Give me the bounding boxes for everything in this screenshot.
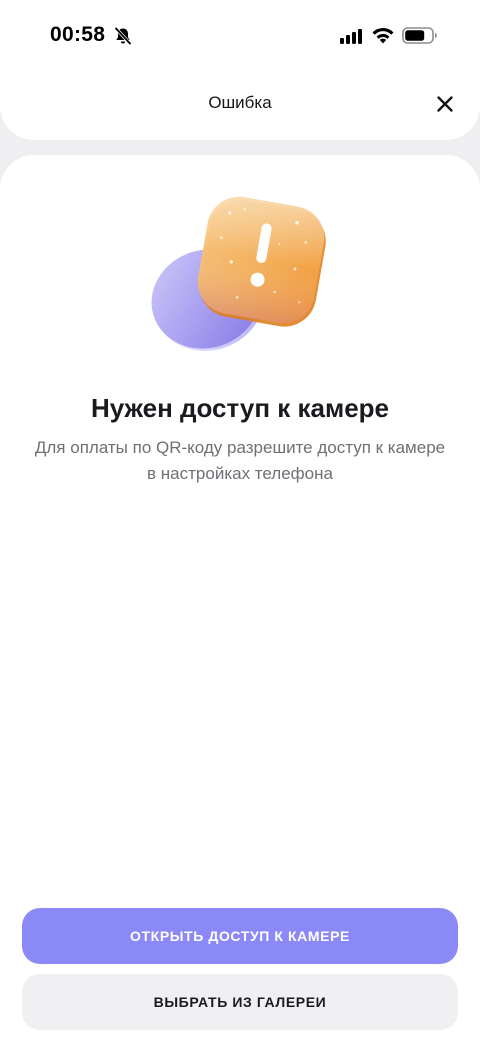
wifi-icon xyxy=(372,28,394,44)
error-description-line: Для оплаты по QR-коду разрешите доступ к… xyxy=(34,438,446,457)
open-camera-access-button[interactable]: ОТКРЫТЬ ДОСТУП К КАМЕРЕ xyxy=(22,908,458,964)
open-camera-access-label: ОТКРЫТЬ ДОСТУП К КАМЕРЕ xyxy=(130,928,350,944)
warning-exclamation-icon xyxy=(151,196,326,351)
close-button[interactable] xyxy=(430,89,460,119)
orange-badge xyxy=(197,196,326,327)
error-description: Для оплаты по QR-коду разрешите доступ к… xyxy=(10,435,470,487)
screen: 00:58 Ошибка Нужен доступ к камере Для о… xyxy=(0,0,480,1043)
choose-from-gallery-button[interactable]: ВЫБРАТЬ ИЗ ГАЛЕРЕИ xyxy=(22,974,458,1030)
page-title: Ошибка xyxy=(208,93,272,112)
status-time: 00:58 xyxy=(50,23,106,46)
header-card: 00:58 Ошибка xyxy=(0,0,480,140)
battery-icon xyxy=(402,27,437,44)
cellular-signal-icon xyxy=(340,29,362,44)
close-icon[interactable] xyxy=(430,89,460,119)
choose-from-gallery-label: ВЫБРАТЬ ИЗ ГАЛЕРЕИ xyxy=(153,994,327,1010)
error-heading: Нужен доступ к камере xyxy=(90,393,390,423)
bell-slash-icon xyxy=(114,26,132,46)
error-description-line: в настройках телефона xyxy=(147,464,333,483)
